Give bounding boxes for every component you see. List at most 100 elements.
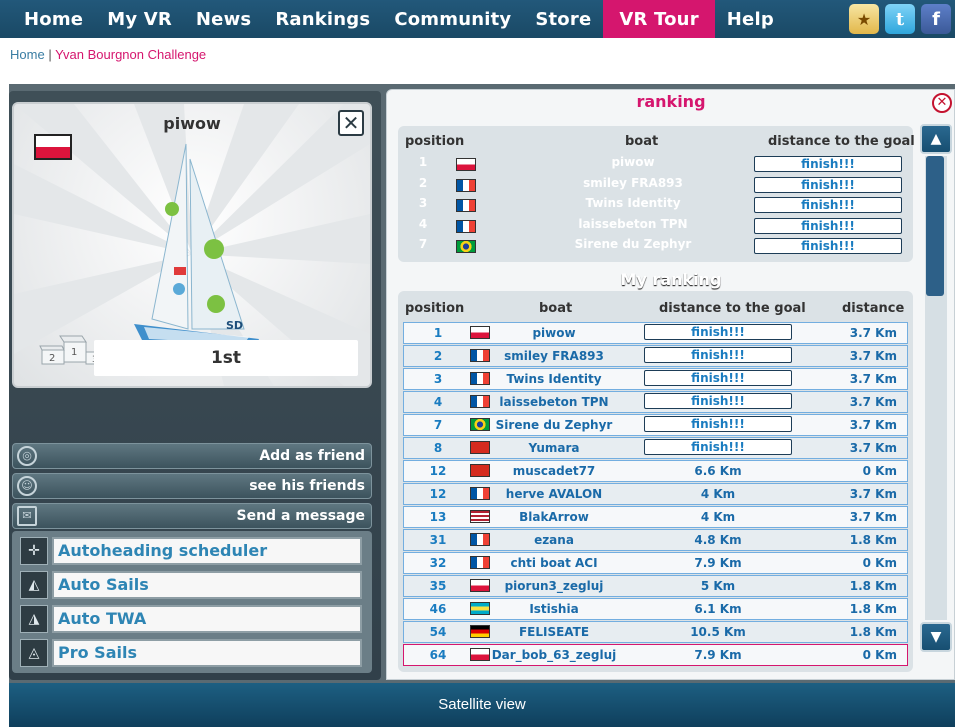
my-ranking-row[interactable]: 32 chti boat ACI 7.9 Km 0 Km <box>403 552 908 574</box>
my-ranking-row[interactable]: 2 smiley FRA893 finish!!! 3.7 Km <box>403 345 908 367</box>
auto-tool-pro-sails[interactable]: ◬ Pro Sails <box>20 639 362 667</box>
boat-name: piwow <box>163 114 221 133</box>
my-ranking-distance: 3.7 Km <box>849 326 897 340</box>
nav-item-my-vr[interactable]: My VR <box>95 0 184 38</box>
ranking-distance: finish!!! <box>754 217 902 234</box>
my-ranking-boat[interactable]: piwow <box>484 323 624 343</box>
add-friend-button[interactable]: ◎ Add as friend <box>12 443 372 469</box>
ranking-row[interactable]: 3 Twins Identity finish!!! <box>398 196 913 216</box>
my-ranking-distance: 3.7 Km <box>849 395 897 409</box>
auto-tool-autoheading-scheduler[interactable]: ✛ Autoheading scheduler <box>20 537 362 565</box>
top-header-distance: distance to the goal <box>768 134 915 149</box>
my-ranking-row[interactable]: 8 Yumara finish!!! 3.7 Km <box>403 437 908 459</box>
my-ranking-distance: 3.7 Km <box>849 510 897 524</box>
auto-tool-label: Pro Sails <box>52 639 362 667</box>
ranking-row[interactable]: 2 smiley FRA893 finish!!! <box>398 176 913 196</box>
my-ranking-position: 2 <box>433 349 443 363</box>
ranking-row[interactable]: 4 laissebeton TPN finish!!! <box>398 217 913 237</box>
breadcrumb-current[interactable]: Yvan Bourgnon Challenge <box>55 47 206 62</box>
my-ranking-row[interactable]: 13 BlakArrow 4 Km 3.7 Km <box>403 506 908 528</box>
ranking-boat[interactable]: smiley FRA893 <box>538 176 728 190</box>
my-ranking-boat[interactable]: Dar_bob_63_zegluj <box>484 645 624 665</box>
ranking-boat[interactable]: piwow <box>538 155 728 169</box>
my-ranking-boat[interactable]: smiley FRA893 <box>484 346 624 366</box>
my-ranking-boat[interactable]: Twins Identity <box>484 369 624 389</box>
my-ranking-boat[interactable]: herve AVALON <box>484 484 624 504</box>
scroll-down-button[interactable]: ▼ <box>920 622 952 652</box>
my-ranking-row[interactable]: 46 Istishia 6.1 Km 1.8 Km <box>403 598 908 620</box>
my-ranking-goal-distance: 4 Km <box>700 487 736 501</box>
svg-text:SD: SD <box>226 319 243 332</box>
breadcrumb-home-link[interactable]: Home <box>10 47 45 62</box>
nav-item-store[interactable]: Store <box>523 0 603 38</box>
auto-tool-auto-twa[interactable]: ◮ Auto TWA <box>20 605 362 633</box>
ranking-scrollbar-thumb[interactable] <box>926 156 944 296</box>
podium-label-1: 1 <box>71 347 77 358</box>
ranking-boat[interactable]: Sirene du Zephyr <box>538 237 728 251</box>
my-ranking-boat[interactable]: Istishia <box>484 599 624 619</box>
my-ranking-row[interactable]: 7 Sirene du Zephyr finish!!! 3.7 Km <box>403 414 908 436</box>
twitter-icon[interactable]: t <box>885 4 915 34</box>
satellite-view-button[interactable]: Satellite view <box>9 683 955 727</box>
ranking-row[interactable]: 1 piwow finish!!! <box>398 155 913 175</box>
ranking-distance: finish!!! <box>754 238 902 254</box>
my-ranking-row[interactable]: 12 herve AVALON 4 Km 3.7 Km <box>403 483 908 505</box>
my-ranking-distance: 0 Km <box>862 464 897 478</box>
sail-icon: ◭ <box>20 571 48 599</box>
my-ranking-position: 46 <box>429 602 447 616</box>
my-ranking-row[interactable]: 64 Dar_bob_63_zegluj 7.9 Km 0 Km <box>403 644 908 666</box>
my-ranking-row[interactable]: 1 piwow finish!!! 3.7 Km <box>403 322 908 344</box>
arrow-up-icon: ▲ <box>930 131 942 147</box>
close-ranking-button[interactable]: ✕ <box>932 93 952 113</box>
nav-item-community[interactable]: Community <box>382 0 523 38</box>
top-header-boat: boat <box>625 134 659 149</box>
ambassador-icon[interactable]: ★ <box>849 4 879 34</box>
my-ranking-boat[interactable]: ezana <box>484 530 624 550</box>
br-flag-icon <box>456 240 476 253</box>
my-ranking-boat[interactable]: BlakArrow <box>484 507 624 527</box>
ranking-boat[interactable]: Twins Identity <box>538 196 728 210</box>
ranking-position: 4 <box>418 216 428 231</box>
my-ranking-distance: 3.7 Km <box>849 349 897 363</box>
my-ranking-goal-distance: 10.5 Km <box>690 625 746 639</box>
nav-item-home[interactable]: Home <box>0 0 95 38</box>
my-ranking-boat[interactable]: piorun3_zegluj <box>484 576 624 596</box>
ranking-boat[interactable]: laissebeton TPN <box>538 217 728 231</box>
ranking-position: 2 <box>418 175 428 190</box>
facebook-icon[interactable]: f <box>921 4 951 34</box>
my-ranking-goal-distance: 7.9 Km <box>694 556 742 570</box>
send-message-button[interactable]: ✉ Send a message <box>12 503 372 529</box>
auto-tool-auto-sails[interactable]: ◭ Auto Sails <box>20 571 362 599</box>
my-ranking-position: 12 <box>429 464 447 478</box>
my-ranking-boat[interactable]: Sirene du Zephyr <box>484 415 624 435</box>
my-ranking-goal-distance: 6.1 Km <box>694 602 742 616</box>
ranking-row[interactable]: 7 Sirene du Zephyr finish!!! <box>398 237 913 257</box>
my-ranking-row[interactable]: 4 laissebeton TPN finish!!! 3.7 Km <box>403 391 908 413</box>
my-ranking-boat[interactable]: FELISEATE <box>484 622 624 642</box>
my-ranking-position: 8 <box>433 441 443 455</box>
my-ranking-goal-distance: finish!!! <box>644 324 792 340</box>
close-boat-card-button[interactable]: ✕ <box>338 110 364 136</box>
my-ranking-boat[interactable]: chti boat ACI <box>484 553 624 573</box>
my-ranking-title: My ranking <box>620 270 722 289</box>
my-ranking-row[interactable]: 31 ezana 4.8 Km 1.8 Km <box>403 529 908 551</box>
friend-icon: ◎ <box>17 446 37 466</box>
my-ranking-position: 32 <box>429 556 447 570</box>
my-ranking-boat[interactable]: laissebeton TPN <box>484 392 624 412</box>
my-ranking-boat[interactable]: Yumara <box>484 438 624 458</box>
nav-item-news[interactable]: News <box>184 0 263 38</box>
my-ranking-boat[interactable]: muscadet77 <box>484 461 624 481</box>
compass-icon: ✛ <box>20 537 48 565</box>
my-ranking-row[interactable]: 3 Twins Identity finish!!! 3.7 Km <box>403 368 908 390</box>
my-ranking-row[interactable]: 35 piorun3_zegluj 5 Km 1.8 Km <box>403 575 908 597</box>
nav-item-vr-tour[interactable]: VR Tour <box>603 0 715 38</box>
my-ranking-row[interactable]: 12 muscadet77 6.6 Km 0 Km <box>403 460 908 482</box>
scroll-up-button[interactable]: ▲ <box>920 124 952 154</box>
my-ranking-position: 35 <box>429 579 447 593</box>
my-ranking-distance: 3.7 Km <box>849 372 897 386</box>
ranking-title: ranking <box>636 92 706 111</box>
see-friends-button[interactable]: ☺ see his friends <box>12 473 372 499</box>
my-ranking-row[interactable]: 54 FELISEATE 10.5 Km 1.8 Km <box>403 621 908 643</box>
nav-item-help[interactable]: Help <box>715 0 786 38</box>
nav-item-rankings[interactable]: Rankings <box>263 0 382 38</box>
